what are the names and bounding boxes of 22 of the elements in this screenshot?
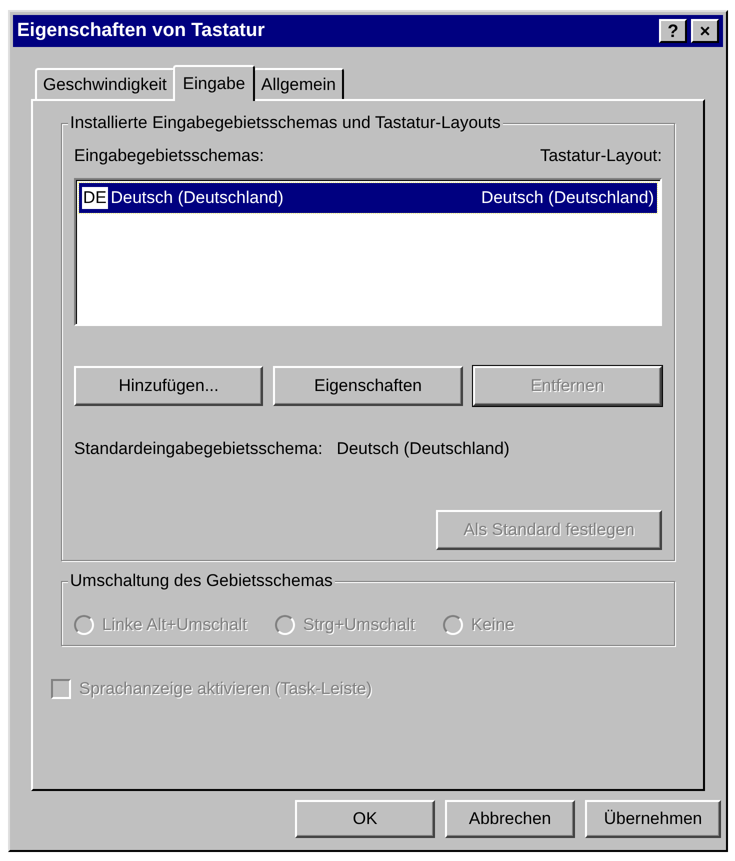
action-button[interactable]: Hinzufügen...: [74, 366, 264, 406]
close-button[interactable]: ×: [691, 19, 719, 43]
layout-name: Deutsch (Deutschland): [481, 187, 654, 210]
language-badge: DE: [82, 187, 108, 209]
column-label: Tastatur-Layout:: [540, 146, 662, 166]
tab[interactable]: Eingabe: [172, 65, 256, 101]
tab[interactable]: Geschwindigkeit: [35, 68, 175, 99]
dialog-button[interactable]: Übernehmen: [585, 800, 721, 838]
dialog-button[interactable]: Abbrechen: [445, 800, 575, 838]
window-title: Eigenschaften von Tastatur: [17, 18, 266, 43]
default-locale-label: Standardeingabegebietsschema:: [74, 438, 323, 460]
tab[interactable]: Allgemein: [253, 68, 344, 99]
group-title: Installierte Eingabegebietsschemas und Tastatur-Layouts: [68, 113, 503, 133]
locale-row[interactable]: DE Deutsch (Deutschland) Deutsch (Deutschland): [79, 183, 657, 213]
default-locale-value: Deutsch (Deutschland): [336, 438, 510, 460]
locale-list[interactable]: DE Deutsch (Deutschland) Deutsch (Deutschland): [74, 178, 662, 326]
action-button[interactable]: Eigenschaften: [273, 366, 463, 406]
column-label: Eingabegebietsschemas:: [74, 146, 264, 166]
group-title: Umschaltung des Gebietsschemas: [68, 571, 335, 591]
locale-name: Deutsch (Deutschland): [110, 187, 285, 210]
dialog-button[interactable]: OK: [295, 800, 435, 838]
help-button[interactable]: ?: [659, 19, 687, 43]
